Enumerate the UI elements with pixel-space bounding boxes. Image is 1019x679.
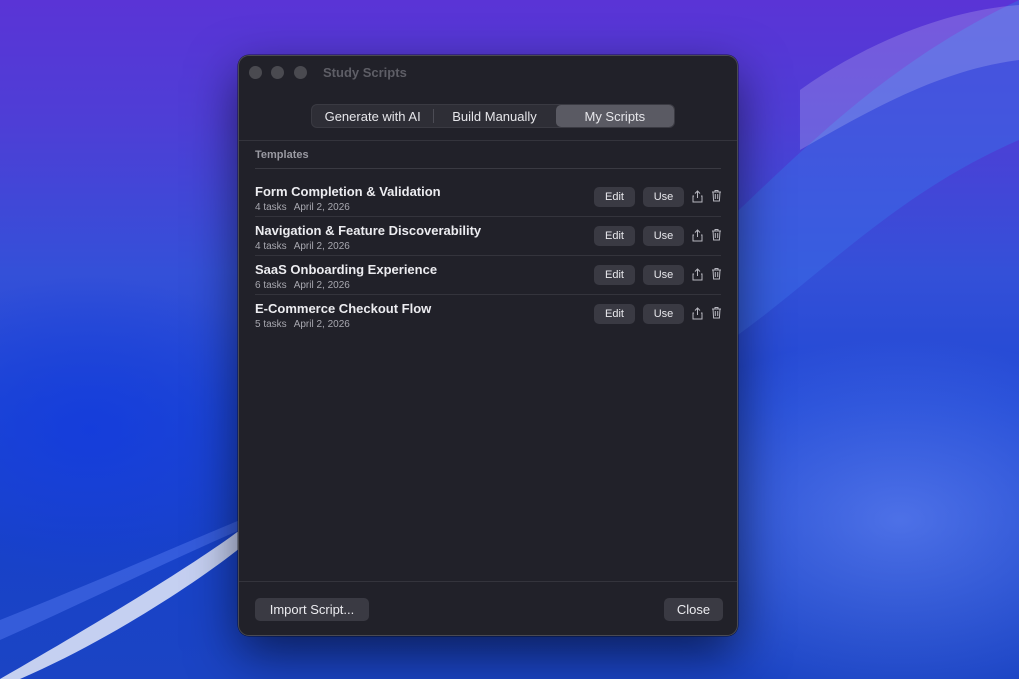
close-button[interactable]: Close	[664, 598, 723, 621]
edit-button[interactable]: Edit	[594, 304, 635, 324]
template-row: SaaS Onboarding Experience 6 tasks April…	[255, 256, 721, 295]
template-meta: 4 tasks April 2, 2026	[255, 202, 350, 213]
template-meta: 6 tasks April 2, 2026	[255, 280, 350, 291]
use-button[interactable]: Use	[643, 187, 684, 207]
mode-segmented-control: Generate with AI Build Manually My Scrip…	[311, 104, 675, 128]
tab-my-scripts[interactable]: My Scripts	[555, 105, 674, 127]
share-icon[interactable]	[692, 229, 703, 242]
footer-divider	[239, 581, 737, 582]
study-scripts-window: Study Scripts Generate with AI Build Man…	[238, 55, 738, 636]
trash-icon[interactable]	[711, 306, 722, 319]
template-meta: 5 tasks April 2, 2026	[255, 319, 350, 330]
trash-icon[interactable]	[711, 228, 722, 241]
zoom-window-button[interactable]	[294, 66, 307, 79]
task-count: 4 tasks	[255, 241, 287, 252]
template-date: April 2, 2026	[293, 202, 350, 213]
task-count: 4 tasks	[255, 202, 287, 213]
window-title: Study Scripts	[323, 65, 407, 80]
templates-list: Form Completion & Validation 4 tasks Apr…	[255, 178, 721, 334]
template-title: Navigation & Feature Discoverability	[255, 223, 482, 238]
template-date: April 2, 2026	[293, 280, 350, 291]
template-meta: 4 tasks April 2, 2026	[255, 241, 350, 252]
title-bar: Study Scripts	[239, 56, 737, 90]
edit-button[interactable]: Edit	[594, 265, 635, 285]
template-row: Form Completion & Validation 4 tasks Apr…	[255, 178, 721, 217]
section-divider	[255, 168, 721, 169]
template-date: April 2, 2026	[293, 241, 350, 252]
use-button[interactable]: Use	[643, 304, 684, 324]
use-button[interactable]: Use	[643, 265, 684, 285]
template-title: E-Commerce Checkout Flow	[255, 301, 432, 316]
use-button[interactable]: Use	[643, 226, 684, 246]
section-heading-templates: Templates	[255, 149, 309, 161]
header-divider	[239, 140, 737, 141]
minimize-window-button[interactable]	[271, 66, 284, 79]
edit-button[interactable]: Edit	[594, 226, 635, 246]
template-row: Navigation & Feature Discoverability 4 t…	[255, 217, 721, 256]
close-window-button[interactable]	[249, 66, 262, 79]
edit-button[interactable]: Edit	[594, 187, 635, 207]
tab-build-manually[interactable]: Build Manually	[434, 105, 554, 127]
share-icon[interactable]	[692, 190, 703, 203]
task-count: 5 tasks	[255, 319, 287, 330]
share-icon[interactable]	[692, 307, 703, 320]
trash-icon[interactable]	[711, 189, 722, 202]
template-title: SaaS Onboarding Experience	[255, 262, 438, 277]
trash-icon[interactable]	[711, 267, 722, 280]
template-date: April 2, 2026	[293, 319, 350, 330]
tab-generate-with-ai[interactable]: Generate with AI	[312, 105, 433, 127]
share-icon[interactable]	[692, 268, 703, 281]
template-title: Form Completion & Validation	[255, 184, 441, 199]
import-script-button[interactable]: Import Script...	[255, 598, 369, 621]
task-count: 6 tasks	[255, 280, 287, 291]
template-row: E-Commerce Checkout Flow 5 tasks April 2…	[255, 295, 721, 334]
